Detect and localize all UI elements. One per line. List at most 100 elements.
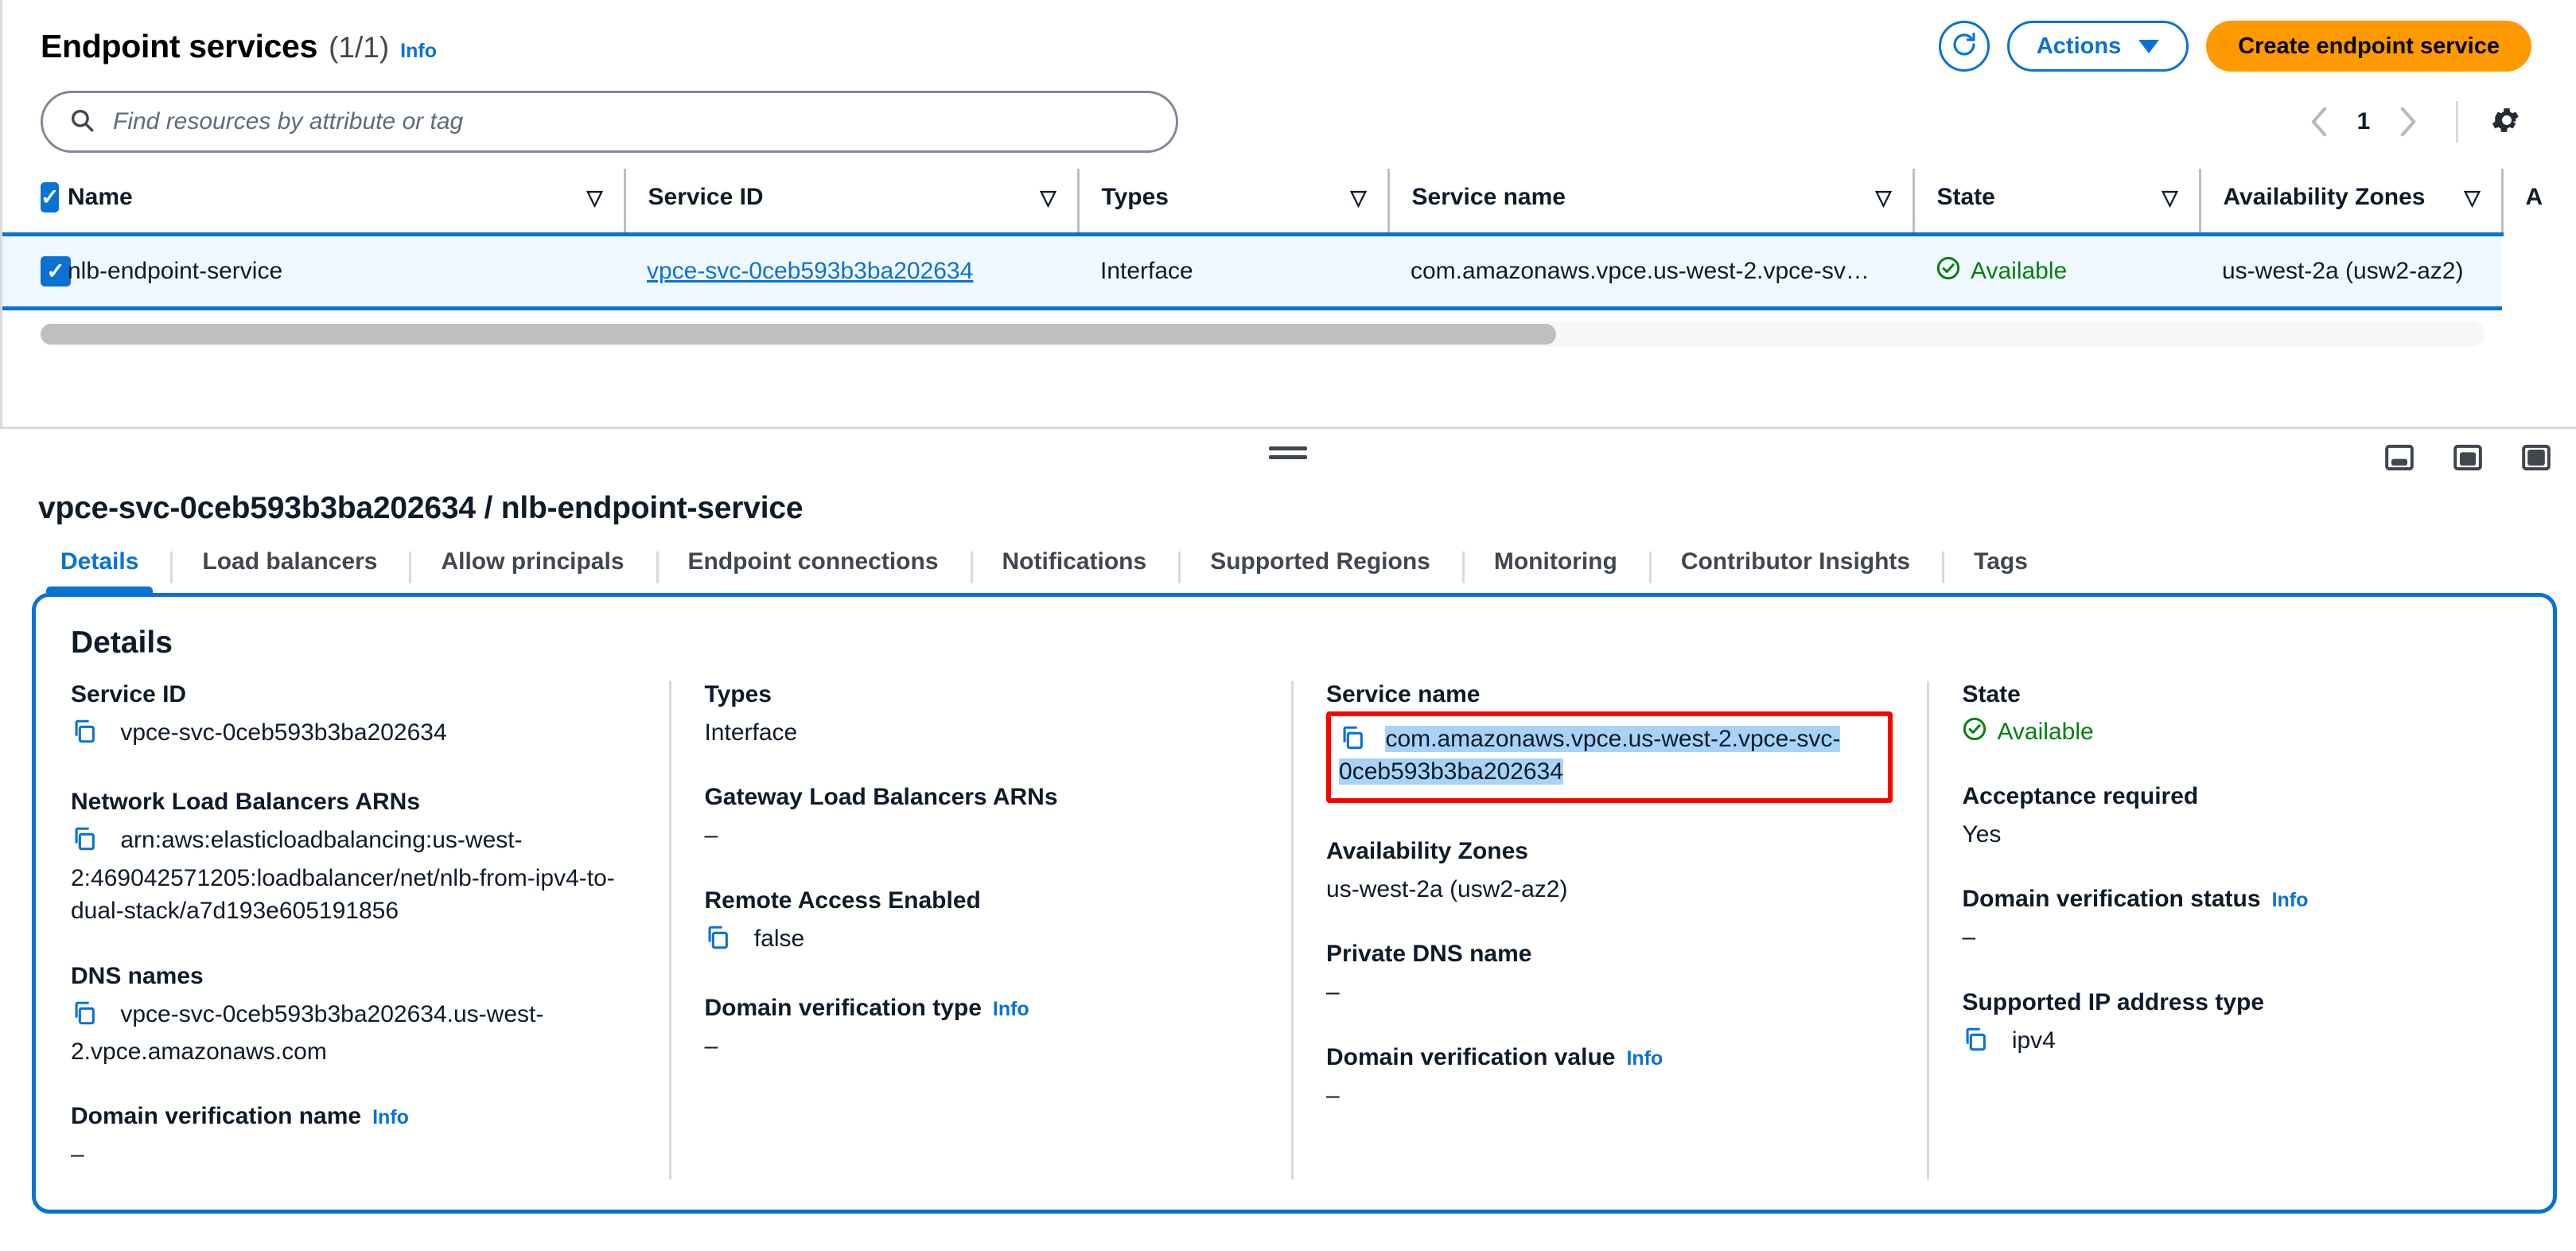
- field-label: Supported IP address type: [1962, 988, 2265, 1015]
- sort-icon: ▽: [2162, 185, 2178, 209]
- tab-supported-regions[interactable]: Supported Regions: [1178, 548, 1462, 593]
- cell-availability-zones: us-west-2a (usw2-az2): [2222, 258, 2464, 284]
- field-remote-access-enabled: Remote Access Enabled false: [704, 887, 1259, 960]
- field-value: vpce-svc-0ceb593b3ba202634.us-west-2.vpc…: [71, 1000, 544, 1065]
- column-label: Types: [1101, 184, 1169, 210]
- column-label: Service ID: [648, 184, 764, 210]
- table-preferences-button[interactable]: [2484, 99, 2530, 145]
- cell-types: Interface: [1100, 258, 1193, 284]
- field-types: Types Interface: [704, 681, 1259, 749]
- column-label: A: [2525, 184, 2543, 210]
- endpoint-services-table: Name ▽ Service ID ▽ Type: [2, 169, 2576, 347]
- service-id-link[interactable]: vpce-svc-0ceb593b3ba202634: [647, 258, 973, 284]
- panel-small-icon[interactable]: [2383, 442, 2415, 474]
- column-header-availability-zones[interactable]: Availability Zones ▽: [2198, 169, 2502, 236]
- page-title: Endpoint services: [41, 27, 318, 64]
- field-state: State Available: [1962, 681, 2521, 748]
- copy-icon[interactable]: [71, 1000, 98, 1035]
- tab-label: Supported Regions: [1210, 548, 1430, 575]
- sort-icon: ▽: [2464, 185, 2481, 209]
- actions-button[interactable]: Actions: [2006, 21, 2189, 72]
- field-label: Availability Zones: [1326, 837, 1528, 864]
- header-info-link[interactable]: Info: [400, 40, 437, 63]
- field-label: Acceptance required: [1962, 783, 2199, 809]
- field-label: Domain verification value: [1326, 1043, 1616, 1070]
- field-value: vpce-svc-0ceb593b3ba202634: [120, 719, 447, 746]
- pagination-divider: [2456, 101, 2458, 142]
- field-value: –: [1962, 924, 1976, 951]
- panel-tabs: Details Load balancers Allow principals …: [0, 526, 2576, 593]
- field-label: State: [1962, 681, 2021, 707]
- column-label: Name: [68, 184, 133, 210]
- refresh-button[interactable]: [1938, 21, 1990, 72]
- field-value: –: [1326, 1081, 1340, 1109]
- column-header-types[interactable]: Types ▽: [1076, 169, 1388, 236]
- field-value-state: Available: [1962, 716, 2521, 748]
- pagination-page-number[interactable]: 1: [2346, 108, 2381, 135]
- split-panel: vpce-svc-0ceb593b3ba202634 / nlb-endpoin…: [0, 427, 2576, 1251]
- tab-notifications[interactable]: Notifications: [970, 548, 1179, 593]
- field-value: –: [704, 1033, 718, 1060]
- tab-details[interactable]: Details: [29, 548, 170, 593]
- table-header-row: Name ▽ Service ID ▽ Type: [2, 169, 2543, 236]
- copy-icon[interactable]: [71, 718, 98, 754]
- gear-icon: [2490, 103, 2523, 141]
- search-input[interactable]: Find resources by attribute or tag: [41, 91, 1178, 153]
- column-header-name[interactable]: Name ▽: [68, 169, 625, 236]
- tab-allow-principals[interactable]: Allow principals: [409, 548, 656, 593]
- info-link[interactable]: Info: [1626, 1047, 1663, 1070]
- search-placeholder: Find resources by attribute or tag: [113, 108, 464, 134]
- field-label: Service ID: [71, 681, 187, 707]
- tab-load-balancers[interactable]: Load balancers: [170, 548, 409, 593]
- tab-tags[interactable]: Tags: [1942, 548, 2060, 593]
- field-value: Interface: [704, 719, 798, 746]
- copy-icon[interactable]: [1339, 724, 1366, 755]
- field-availability-zones: Availability Zones us-west-2a (usw2-az2): [1326, 838, 1895, 906]
- drag-handle-icon[interactable]: [1269, 446, 1307, 459]
- field-label: Service name: [1326, 681, 1481, 707]
- tab-label: Endpoint connections: [687, 548, 939, 575]
- details-column-2: Types Interface Gateway Load Balancers A…: [669, 681, 1291, 1206]
- pagination-prev-button[interactable]: [2297, 99, 2341, 144]
- column-header-state[interactable]: State ▽: [1912, 169, 2200, 236]
- sort-icon: ▽: [1350, 185, 1367, 209]
- column-header-service-name[interactable]: Service name ▽: [1387, 169, 1913, 236]
- copy-icon[interactable]: [704, 924, 731, 960]
- info-link[interactable]: Info: [993, 998, 1029, 1021]
- status-badge: Available: [1997, 719, 2094, 745]
- row-checkbox[interactable]: [41, 256, 71, 286]
- copy-icon[interactable]: [1962, 1026, 1989, 1062]
- panel-medium-icon[interactable]: [2452, 442, 2484, 474]
- title-block: Endpoint services (1/1) Info: [41, 28, 437, 65]
- details-columns: Service ID vpce-svc-0ceb593b3ba202634 Ne…: [36, 681, 2553, 1206]
- field-label: DNS names: [71, 962, 204, 989]
- info-link[interactable]: Info: [2272, 889, 2309, 912]
- header-actions: Actions Create endpoint service: [1938, 21, 2538, 72]
- select-all-cell: [2, 169, 68, 236]
- info-link[interactable]: Info: [372, 1106, 409, 1129]
- copy-icon[interactable]: [71, 825, 98, 861]
- row-select-cell: [2, 235, 71, 309]
- field-domain-verification-type: Domain verification type Info –: [704, 995, 1259, 1062]
- tab-monitoring[interactable]: Monitoring: [1461, 548, 1649, 593]
- select-all-checkbox[interactable]: [41, 182, 60, 212]
- column-header-service-id[interactable]: Service ID ▽: [623, 169, 1078, 236]
- table-row[interactable]: nlb-endpoint-service vpce-svc-0ceb593b3b…: [2, 234, 2502, 309]
- details-column-3: Service name com.amazonaws.vpce.us-west-…: [1291, 681, 1927, 1206]
- tab-label: Monitoring: [1493, 548, 1617, 575]
- field-label: Gateway Load Balancers ARNs: [704, 784, 1058, 811]
- create-endpoint-service-button[interactable]: Create endpoint service: [2206, 21, 2531, 72]
- field-acceptance-required: Acceptance required Yes: [1962, 783, 2521, 851]
- panel-large-icon[interactable]: [2520, 442, 2552, 474]
- horizontal-scrollbar[interactable]: [41, 322, 2485, 347]
- tab-contributor-insights[interactable]: Contributor Insights: [1648, 548, 1942, 593]
- column-label: Availability Zones: [2223, 184, 2426, 210]
- field-gateway-load-balancers-arns: Gateway Load Balancers ARNs –: [704, 784, 1259, 852]
- cell-state: Available: [1913, 235, 2200, 309]
- tab-label: Notifications: [1002, 548, 1147, 575]
- pagination-next-button[interactable]: [2386, 99, 2430, 144]
- field-supported-ip-address-type: Supported IP address type ipv4: [1962, 989, 2521, 1062]
- scrollbar-thumb[interactable]: [41, 324, 1556, 345]
- tab-endpoint-connections[interactable]: Endpoint connections: [656, 548, 971, 593]
- details-card: Details Service ID vpce-svc-0ceb593b3ba2…: [32, 593, 2557, 1214]
